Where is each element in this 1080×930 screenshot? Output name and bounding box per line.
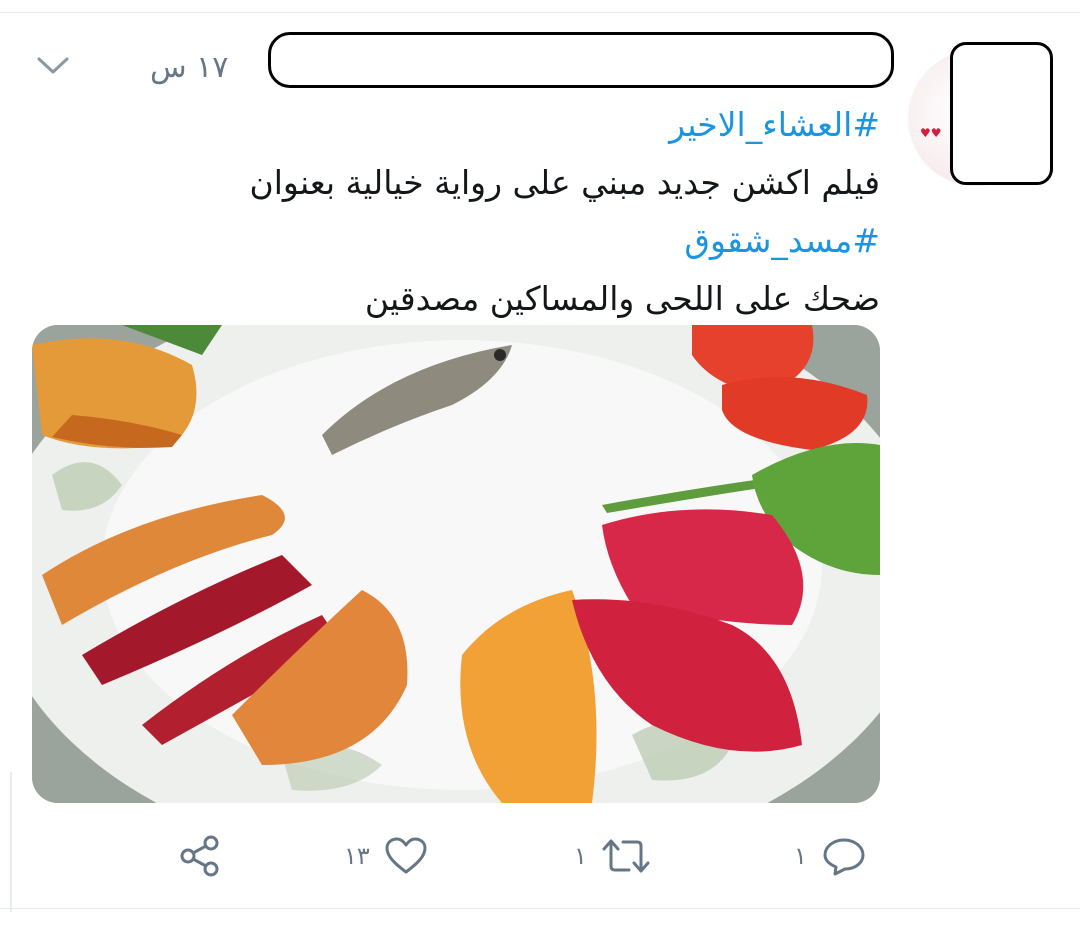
tweet-text: #العشاء_الاخير فيلم اكشن جديد مبني على ر… <box>170 96 880 328</box>
share-icon <box>180 835 219 877</box>
tweet-timestamp[interactable]: ١٧ س <box>150 50 228 85</box>
retweet-count: ١ <box>574 842 587 870</box>
author-name-redacted <box>268 32 894 88</box>
reply-icon <box>823 838 865 876</box>
thread-line <box>10 772 12 912</box>
retweet-button[interactable]: ١ <box>574 832 651 880</box>
share-button[interactable] <box>178 832 222 880</box>
reply-count: ١ <box>794 842 807 870</box>
tweet-photo[interactable] <box>32 325 880 803</box>
retweet-icon <box>602 839 650 873</box>
heart-icon <box>385 837 427 874</box>
bottom-divider <box>0 908 1080 909</box>
hashtag-link[interactable]: #العشاء_الاخير <box>170 96 880 154</box>
chevron-down-icon[interactable] <box>36 52 70 78</box>
tweet-line: ضحك على اللحى والمساكين مصدقين <box>364 279 880 318</box>
like-count: ١٣ <box>344 842 370 870</box>
hashtag-link[interactable]: #مسد_شقوق <box>170 212 880 270</box>
like-button[interactable]: ١٣ <box>344 832 428 880</box>
tweet-line: فيلم اكشن جديد مبني على رواية خيالية بعن… <box>249 163 880 202</box>
avatar-hearts-decoration: ♥♥ <box>920 126 942 140</box>
food-plate-illustration <box>32 325 880 803</box>
avatar-redacted <box>950 42 1053 185</box>
reply-button[interactable]: ١ <box>794 832 867 880</box>
top-divider <box>0 0 1080 13</box>
